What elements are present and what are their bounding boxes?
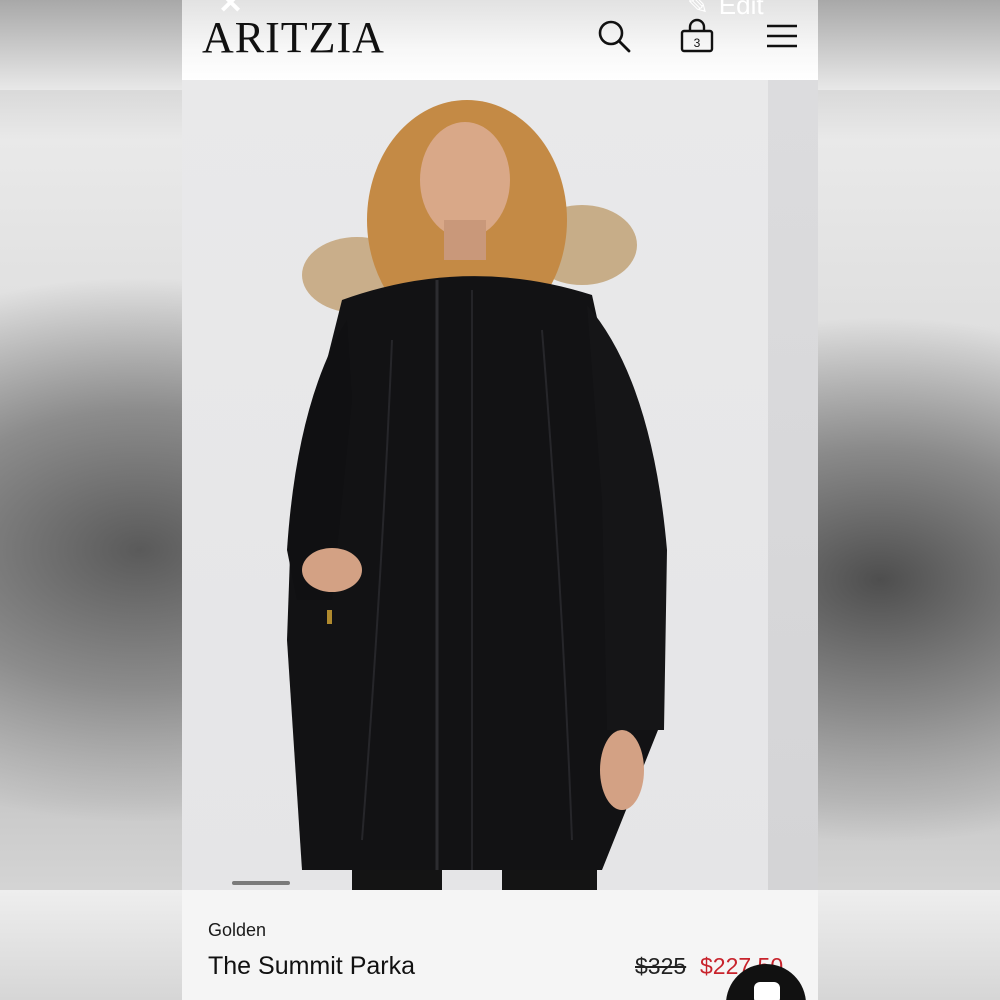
product-brand[interactable]: Golden [208,920,266,941]
shopping-bag-icon[interactable]: 3 [679,18,715,54]
app-header: ✕ ✎ Edit ARITZIA 3 [182,0,818,80]
original-price: $325 [635,953,687,979]
product-image[interactable] [182,80,818,890]
brand-logo[interactable]: ARITZIA [202,12,385,63]
carousel-indicator [232,881,290,885]
product-name: The Summit Parka [208,952,416,980]
app-screen: ✕ ✎ Edit ARITZIA 3 Golden The Summit Par… [182,0,818,1000]
model-illustration [287,100,667,890]
menu-icon[interactable] [764,18,800,54]
search-icon[interactable] [596,18,632,54]
edit-label: Edit [718,0,764,20]
product-info: Golden The Summit Parka $325 $227.50 [182,890,818,1000]
bag-count: 3 [694,36,701,50]
chat-icon [754,982,780,1000]
next-image-peek[interactable] [768,80,818,890]
